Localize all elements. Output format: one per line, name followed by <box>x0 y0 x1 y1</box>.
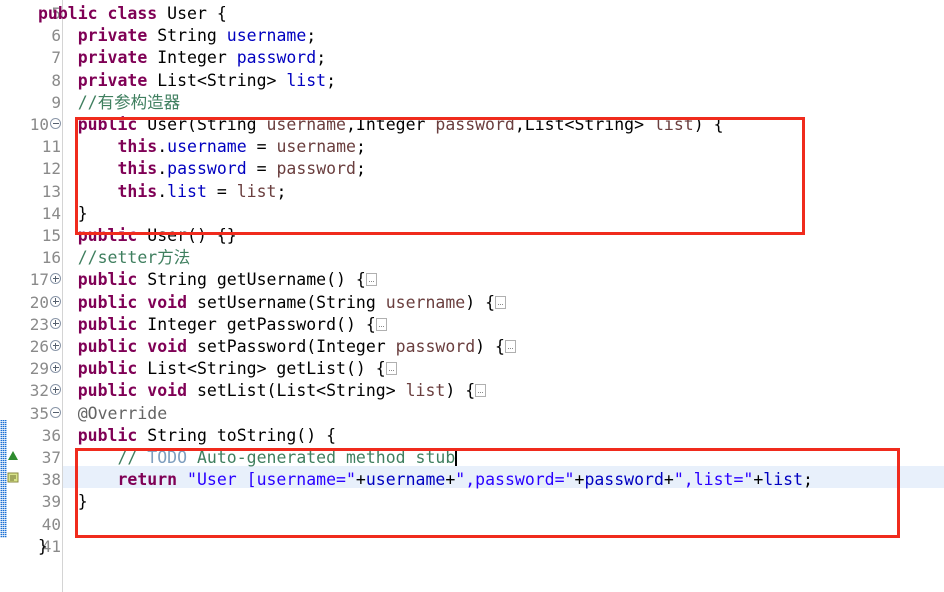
code-line[interactable]: // TODO Auto-generated method stub <box>38 447 458 469</box>
quick-fix-warning-icon[interactable] <box>7 449 19 461</box>
token-parameter: list <box>236 181 277 201</box>
code-line[interactable]: return "User [username="+username+",pass… <box>38 469 812 491</box>
token-parameter: username <box>276 137 356 157</box>
collapsed-fold-icon[interactable] <box>475 384 487 398</box>
code-line[interactable]: } <box>38 536 48 558</box>
gutter-line <box>0 558 63 580</box>
code-line[interactable]: } <box>38 203 88 225</box>
token-comment: //有参构造器 <box>77 92 181 112</box>
token-keyword: public <box>77 359 138 379</box>
collapsed-fold-icon[interactable] <box>375 317 387 331</box>
token-field: list <box>286 70 327 90</box>
token-field: list <box>763 470 804 490</box>
token-keyword: private <box>77 26 148 46</box>
code-line[interactable]: this.list = list; <box>38 181 286 203</box>
code-line[interactable]: @Override <box>38 403 167 425</box>
code-line[interactable]: public User(String username,Integer pass… <box>38 114 724 136</box>
token-keyword: this <box>117 181 158 201</box>
code-line[interactable]: public void setUsername(String username)… <box>38 292 507 314</box>
token-field: list <box>167 181 207 201</box>
code-line[interactable]: public void setPassword(Integer password… <box>38 336 516 358</box>
token-keyword: private <box>77 48 148 68</box>
token-keyword: void <box>147 381 188 401</box>
token-parameter: username <box>385 292 466 312</box>
token-keyword: public <box>77 425 138 445</box>
collapsed-fold-icon[interactable] <box>504 340 516 353</box>
token-string: ",password=" <box>455 470 575 490</box>
token-keyword: public <box>77 381 138 401</box>
token-keyword: public <box>77 115 138 134</box>
code-line[interactable]: this.username = username; <box>38 136 365 158</box>
token-keyword: public <box>77 226 138 245</box>
token-keyword: public <box>77 292 138 312</box>
code-line[interactable] <box>38 514 48 536</box>
token-parameter: password <box>435 115 515 134</box>
token-parameter: password <box>395 337 476 356</box>
token-string: "User [username=" <box>187 470 356 490</box>
token-keyword: public <box>77 337 138 356</box>
collapsed-fold-icon[interactable] <box>385 362 397 376</box>
code-line[interactable]: private Integer password; <box>38 47 326 69</box>
text-caret <box>455 449 458 466</box>
code-line[interactable]: //有参构造器 <box>38 92 180 114</box>
code-line[interactable]: public List<String> getList() { <box>38 358 397 380</box>
token-field: password <box>584 470 664 490</box>
token-parameter: username <box>266 115 346 134</box>
token-comment: Auto-generated method stub <box>187 448 456 467</box>
code-line[interactable]: } <box>38 491 88 513</box>
code-line[interactable]: public class User { <box>38 3 227 25</box>
token-annotation: @Override <box>77 403 168 423</box>
token-string: ",list=" <box>673 470 754 490</box>
token-comment: //setter方法 <box>77 248 191 268</box>
token-keyword: void <box>147 292 188 312</box>
token-field: password <box>236 48 317 68</box>
code-line[interactable]: //setter方法 <box>38 247 190 269</box>
token-keyword: class <box>107 4 158 23</box>
code-line[interactable]: private List<String> list; <box>38 70 336 92</box>
gutter-line: 41 <box>0 536 63 558</box>
token-parameter: list <box>653 115 694 134</box>
token-field: username <box>365 470 446 490</box>
gutter-line: 40 <box>0 514 63 536</box>
token-keyword: return <box>117 470 178 490</box>
code-line[interactable]: public String toString() { <box>38 425 336 447</box>
code-line[interactable]: public Integer getPassword() { <box>38 314 387 336</box>
collapsed-fold-icon[interactable] <box>365 273 377 287</box>
token-keyword: this <box>117 137 158 157</box>
code-line[interactable]: public String getUsername() { <box>38 269 377 291</box>
token-parameter: list <box>405 381 446 401</box>
code-editor[interactable]: 5 6 7 8 9 10 11 12 13 14 15 16 17 20 23 … <box>0 0 944 592</box>
token-field: username <box>226 26 307 46</box>
code-line[interactable]: public void setList(List<String> list) { <box>38 380 487 402</box>
token-task-tag: TODO <box>147 448 188 467</box>
token-parameter: password <box>276 159 356 179</box>
collapsed-fold-icon[interactable] <box>495 295 507 309</box>
code-line[interactable]: this.password = password; <box>38 158 365 180</box>
code-line[interactable]: public User() {} <box>38 225 237 247</box>
token-keyword: private <box>77 70 148 90</box>
code-line[interactable]: private String username; <box>38 25 316 47</box>
token-keyword: public <box>38 4 98 23</box>
token-keyword: this <box>117 159 158 179</box>
token-comment: // <box>117 448 148 467</box>
token-field: username <box>167 137 247 157</box>
token-keyword: public <box>77 270 138 290</box>
token-keyword: public <box>77 314 138 334</box>
todo-task-icon[interactable] <box>7 471 19 483</box>
token-field: password <box>167 159 247 179</box>
token-keyword: void <box>147 337 188 356</box>
